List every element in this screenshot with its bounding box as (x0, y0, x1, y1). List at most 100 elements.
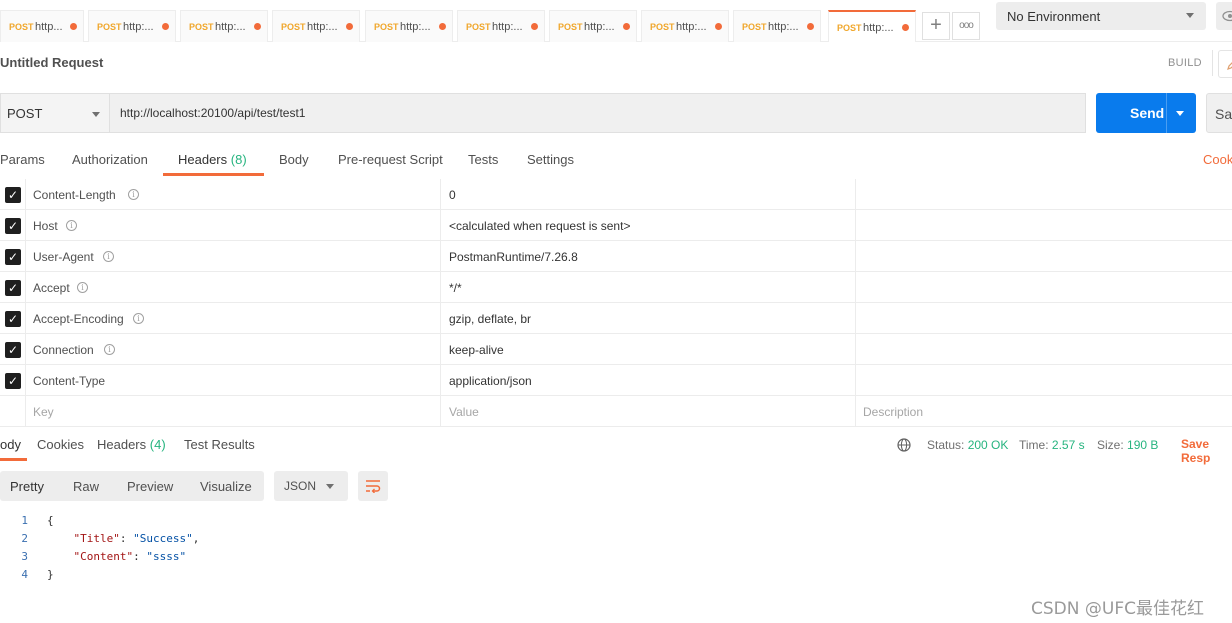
more-icon: ooo (959, 20, 974, 31)
info-icon[interactable]: i (104, 344, 115, 355)
header-key-input[interactable]: Key (33, 405, 54, 419)
send-button[interactable]: Send (1096, 93, 1196, 133)
chevron-down-icon (326, 484, 334, 489)
environment-select[interactable]: No Environment (996, 2, 1206, 30)
tab-body[interactable]: Body (279, 152, 309, 167)
header-enabled-checkbox[interactable]: ✓ (5, 373, 21, 389)
divider (855, 365, 856, 396)
header-value[interactable]: application/json (449, 374, 532, 388)
build-mode-label[interactable]: BUILD (1168, 57, 1202, 69)
send-label: Send (1130, 105, 1165, 121)
header-value-input[interactable]: Value (449, 405, 479, 419)
request-tab[interactable]: POST http:... (88, 10, 176, 42)
request-tab[interactable]: POST http:... (180, 10, 268, 42)
divider (25, 210, 26, 241)
info-icon[interactable]: i (133, 313, 144, 324)
header-row: ✓ Content-Type application/json (0, 365, 1232, 396)
save-button[interactable]: Sa (1206, 93, 1232, 133)
method-select[interactable]: POST (0, 93, 110, 133)
wrap-lines-button[interactable] (358, 471, 388, 501)
environment-label: No Environment (1007, 9, 1101, 24)
header-value[interactable]: gzip, deflate, br (449, 312, 531, 326)
header-key[interactable]: Accept-Encoding (33, 312, 124, 326)
info-icon[interactable]: i (103, 251, 114, 262)
format-raw[interactable]: Raw (73, 479, 99, 494)
header-enabled-checkbox[interactable]: ✓ (5, 342, 21, 358)
header-value[interactable]: 0 (449, 188, 456, 202)
plus-icon: + (930, 14, 942, 36)
json-key: "Title" (73, 532, 120, 545)
request-tab[interactable]: POST http:... (733, 10, 821, 42)
divider (855, 272, 856, 303)
info-icon[interactable]: i (66, 220, 77, 231)
info-icon[interactable]: i (128, 189, 139, 200)
header-enabled-checkbox[interactable]: ✓ (5, 311, 21, 327)
response-tab-cookies[interactable]: Cookies (37, 437, 84, 452)
header-value[interactable]: keep-alive (449, 343, 504, 357)
save-label: Sa (1215, 106, 1232, 122)
header-enabled-checkbox[interactable]: ✓ (5, 218, 21, 234)
json-trailing-comma: , (192, 532, 200, 545)
format-preview[interactable]: Preview (127, 479, 173, 494)
time-label: Time: (1019, 438, 1049, 452)
request-tab-method: POST (742, 22, 767, 32)
request-tab[interactable]: POST http:... (828, 10, 916, 42)
request-tab[interactable]: POST http:... (641, 10, 729, 42)
request-tab[interactable]: POST http:... (272, 10, 360, 42)
response-tab-headers[interactable]: Headers (4) (97, 437, 166, 452)
url-input[interactable]: http://localhost:20100/api/test/test1 (110, 93, 1086, 133)
format-pretty[interactable]: Pretty (10, 479, 44, 494)
environment-quick-look-button[interactable] (1216, 2, 1232, 30)
header-enabled-checkbox[interactable]: ✓ (5, 249, 21, 265)
unsaved-dot-icon (623, 23, 630, 30)
response-tab-test-results[interactable]: Test Results (184, 437, 255, 452)
request-tab[interactable]: POST http:... (457, 10, 545, 42)
tab-settings[interactable]: Settings (527, 152, 574, 167)
edit-button[interactable] (1218, 50, 1232, 78)
header-value[interactable]: <calculated when request is sent> (449, 219, 630, 233)
header-key[interactable]: Content-Type (33, 374, 105, 388)
new-tab-button[interactable]: + (922, 12, 950, 40)
format-visualize[interactable]: Visualize (200, 479, 252, 494)
request-tab-url: http:... (400, 21, 431, 33)
header-key[interactable]: Content-Length (33, 188, 116, 202)
request-tab-url: http:... (768, 21, 799, 33)
divider (855, 396, 856, 427)
more-tabs-button[interactable]: ooo (952, 12, 980, 40)
header-enabled-checkbox[interactable]: ✓ (5, 187, 21, 203)
header-value[interactable]: PostmanRuntime/7.26.8 (449, 250, 578, 264)
tab-authorization[interactable]: Authorization (72, 152, 148, 167)
info-icon[interactable]: i (77, 282, 88, 293)
globe-icon[interactable] (897, 438, 911, 452)
request-title[interactable]: Untitled Request (0, 55, 103, 70)
header-description-input[interactable]: Description (863, 405, 923, 419)
divider (440, 365, 441, 396)
divider (25, 272, 26, 303)
request-tab[interactable]: POST http:... (549, 10, 637, 42)
cookies-link[interactable]: Cook (1203, 152, 1232, 167)
header-enabled-checkbox[interactable]: ✓ (5, 280, 21, 296)
request-tab[interactable]: POST http... (0, 10, 84, 42)
chevron-down-icon (1186, 13, 1194, 18)
header-value[interactable]: */* (449, 281, 462, 295)
save-response-button[interactable]: Save Resp (1181, 437, 1232, 465)
response-tab-body[interactable]: ody (0, 437, 21, 452)
chevron-down-icon[interactable] (1176, 111, 1184, 116)
tab-tests[interactable]: Tests (468, 152, 498, 167)
unsaved-dot-icon (715, 23, 722, 30)
tab-headers[interactable]: Headers (8) (178, 152, 247, 167)
tab-params[interactable]: Params (0, 152, 45, 167)
header-row: ✓ Connection i keep-alive (0, 334, 1232, 365)
tab-pre-request-script[interactable]: Pre-request Script (338, 152, 443, 167)
response-size: Size: 190 B (1097, 438, 1158, 452)
request-tab-method: POST (189, 22, 214, 32)
unsaved-dot-icon (162, 23, 169, 30)
header-key[interactable]: Accept (33, 281, 70, 295)
request-tab-url: http:... (215, 21, 246, 33)
header-key[interactable]: Host (33, 219, 58, 233)
header-key[interactable]: User-Agent (33, 250, 94, 264)
header-key[interactable]: Connection (33, 343, 94, 357)
divider (25, 365, 26, 396)
language-select[interactable]: JSON (274, 471, 348, 501)
request-tab[interactable]: POST http:... (365, 10, 453, 42)
